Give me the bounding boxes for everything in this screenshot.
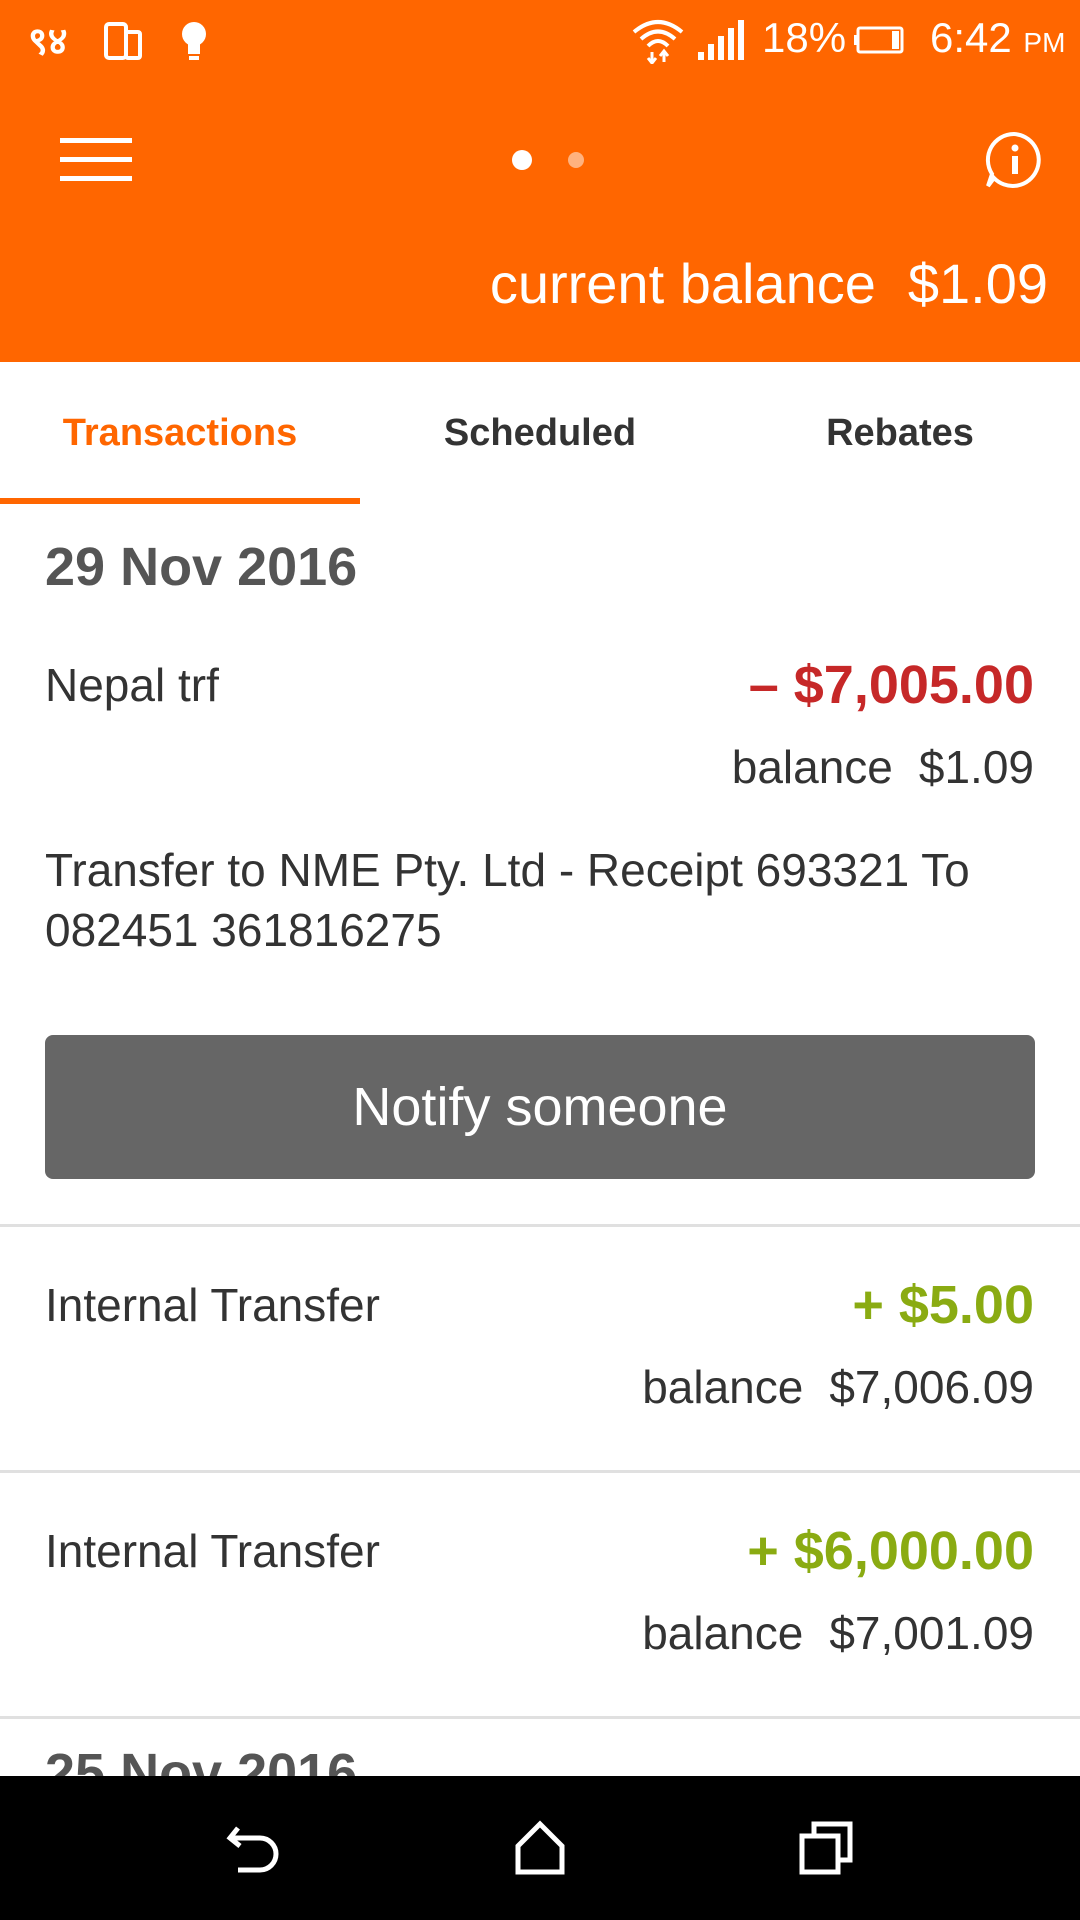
battery-percent: 18% <box>762 14 847 61</box>
hamburger-menu-icon[interactable] <box>56 120 136 200</box>
transaction-description: Nepal trf <box>45 659 219 711</box>
clock: 6:42 PM <box>930 14 1065 62</box>
tab-bar: Transactions Scheduled Rebates <box>0 362 1080 504</box>
lightbulb-icon <box>172 16 220 64</box>
transaction-balance: balance $1.09 <box>732 740 1034 794</box>
tab-rebates[interactable]: Rebates <box>720 362 1080 504</box>
signal-icon <box>696 16 744 64</box>
page-indicator-dot-active <box>512 150 532 170</box>
back-icon[interactable] <box>214 1808 294 1888</box>
info-bubble-icon[interactable] <box>974 120 1054 200</box>
balance-label: balance <box>731 741 893 793</box>
transaction-details: Transfer to NME Pty. Ltd - Receipt 69332… <box>45 844 970 956</box>
transaction-description: Internal Transfer <box>45 1279 380 1331</box>
phone-icon <box>100 16 148 64</box>
wifi-icon <box>630 16 686 66</box>
tab-scheduled[interactable]: Scheduled <box>360 362 720 504</box>
current-balance: current balance $1.09 <box>490 248 1048 318</box>
app-header: ९४ 18% 6:42 PM current balance $1.09 <box>0 0 1080 362</box>
svg-text:९४: ९४ <box>28 19 68 63</box>
transaction-balance: balance $7,001.09 <box>642 1606 1034 1660</box>
transaction-description: Internal Transfer <box>45 1525 380 1577</box>
date-heading: 29 Nov 2016 <box>45 537 358 597</box>
balance-value: $7,006.09 <box>829 1361 1034 1413</box>
current-balance-label: current balance <box>489 251 876 315</box>
tab-transactions[interactable]: Transactions <box>0 362 360 504</box>
transaction-amount: – $7,005.00 <box>748 655 1034 715</box>
clock-time: 6:42 <box>930 14 1012 61</box>
notification-icon: ९४ <box>26 16 74 64</box>
balance-label: balance <box>642 1361 804 1413</box>
status-bar: ९४ 18% 6:42 PM <box>0 0 1080 80</box>
clock-ampm: PM <box>1023 27 1066 58</box>
divider <box>0 1224 1080 1227</box>
balance-value: $7,001.09 <box>829 1607 1034 1659</box>
page-indicator-dot <box>568 152 584 168</box>
divider <box>0 1470 1080 1473</box>
transaction-amount: + $5.00 <box>852 1275 1034 1335</box>
system-nav-bar <box>0 1776 1080 1920</box>
notify-someone-button[interactable]: Notify someone <box>45 1035 1035 1179</box>
current-balance-value: $1.09 <box>907 251 1048 315</box>
transaction-balance: balance $7,006.09 <box>642 1360 1034 1414</box>
battery-icon <box>852 16 908 64</box>
transaction-amount: + $6,000.00 <box>747 1521 1034 1581</box>
balance-value: $1.09 <box>918 741 1034 793</box>
recents-icon[interactable] <box>786 1808 866 1888</box>
balance-label: balance <box>642 1607 804 1659</box>
home-icon[interactable] <box>500 1808 580 1888</box>
divider <box>0 1716 1080 1719</box>
